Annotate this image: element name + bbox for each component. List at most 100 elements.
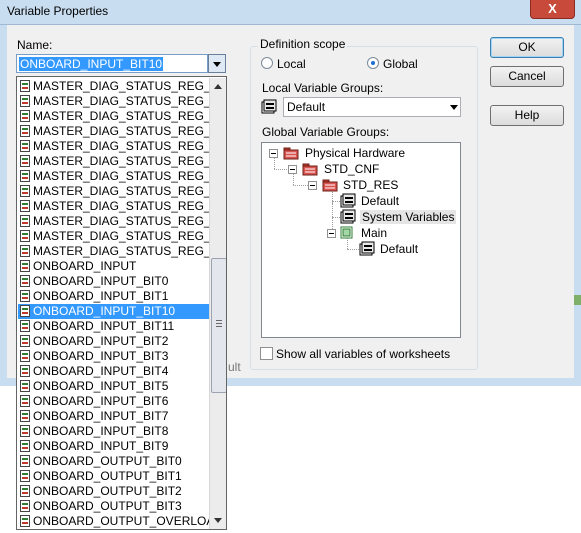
- list-item[interactable]: ONBOARD_INPUT_BIT4: [18, 364, 209, 379]
- variable-icon: [20, 245, 30, 257]
- local-radio[interactable]: [261, 57, 273, 69]
- list-item[interactable]: ONBOARD_OUTPUT_BIT3: [18, 499, 209, 514]
- list-item[interactable]: MASTER_DIAG_STATUS_REG_RE: [18, 154, 226, 169]
- global-radio-label[interactable]: Global: [383, 57, 418, 71]
- arrow-up-icon: [214, 84, 222, 89]
- list-item[interactable]: MASTER_DIAG_STATUS_REG_PF: [18, 109, 226, 124]
- variable-group-icon: [340, 193, 356, 208]
- list-item-label: MASTER_DIAG_STATUS_REG_RD: [33, 139, 227, 153]
- tree-connector: [274, 157, 275, 169]
- variable-icon: [20, 95, 30, 107]
- collapse-icon[interactable]: [327, 229, 336, 238]
- tree-label-physical-hardware: Physical Hardware: [305, 146, 406, 160]
- list-item[interactable]: MASTER_DIAG_STATUS_REG_RU: [18, 169, 226, 184]
- list-item[interactable]: ONBOARD_INPUT_BIT9: [18, 439, 209, 454]
- list-item[interactable]: ONBOARD_INPUT: [18, 259, 209, 274]
- tree-label-default: Default: [361, 194, 400, 208]
- local-radio-label[interactable]: Local: [277, 57, 306, 71]
- variable-icon: [20, 485, 30, 497]
- list-item[interactable]: MASTER_DIAG_STATUS_REG_SY: [18, 199, 226, 214]
- dropdown-scrollbar[interactable]: [209, 78, 226, 529]
- list-item[interactable]: ONBOARD_OUTPUT_BIT1: [18, 469, 209, 484]
- title-bar[interactable]: Variable Properties X: [0, 0, 581, 25]
- list-item[interactable]: ONBOARD_INPUT_BIT1: [18, 289, 209, 304]
- local-groups-value: Default: [287, 100, 326, 114]
- list-item[interactable]: ONBOARD_OUTPUT_BIT0: [18, 454, 209, 469]
- tree-label-system-variables: System Variables: [360, 210, 457, 224]
- list-item[interactable]: ONBOARD_INPUT_BIT2: [18, 334, 209, 349]
- scroll-thumb[interactable]: [211, 258, 226, 393]
- list-item[interactable]: ONBOARD_INPUT_BIT7: [18, 409, 209, 424]
- scroll-down-button[interactable]: [210, 512, 226, 529]
- folder-icon: [283, 147, 299, 160]
- list-item-label: ONBOARD_INPUT_BIT10: [33, 304, 176, 318]
- collapse-icon[interactable]: [308, 181, 317, 190]
- name-dropdown-button[interactable]: [208, 54, 226, 73]
- variable-icon: [20, 185, 30, 197]
- global-groups-tree[interactable]: Physical Hardware STD_CNF STD_RES Defaul…: [261, 142, 461, 338]
- list-item-label: ONBOARD_INPUT_BIT11: [33, 319, 175, 333]
- global-groups-label: Global Variable Groups:: [262, 125, 390, 139]
- variable-icon: [20, 515, 30, 527]
- variable-icon: [20, 230, 30, 242]
- show-all-variables-label[interactable]: Show all variables of worksheets: [276, 347, 450, 361]
- variable-icon: [20, 290, 30, 302]
- variable-icon: [20, 140, 30, 152]
- list-item-label: ONBOARD_INPUT_BIT1: [33, 289, 169, 303]
- list-item[interactable]: ONBOARD_INPUT_BIT0: [18, 274, 209, 289]
- scroll-up-button[interactable]: [210, 78, 226, 95]
- global-radio[interactable]: [367, 57, 379, 69]
- name-dropdown-list[interactable]: MASTER_DIAG_STATUS_REG_HI MASTER_DIAG_STA…: [16, 76, 227, 530]
- close-button[interactable]: X: [530, 0, 575, 19]
- list-item[interactable]: MASTER_DIAG_STATUS_REG_HI: [18, 79, 223, 94]
- variable-group-icon: [340, 209, 356, 224]
- list-item-label: MASTER_DIAG_STATUS_REG_SY: [33, 214, 227, 228]
- tree-connector: [332, 217, 340, 218]
- variable-icon: [20, 80, 30, 92]
- name-label: Name:: [17, 38, 53, 52]
- definition-scope-label: Definition scope: [258, 37, 348, 51]
- list-item-label: ONBOARD_OUTPUT_OVERLOAD_: [33, 514, 227, 528]
- list-item[interactable]: MASTER_DIAG_STATUS_REG_US: [18, 229, 226, 244]
- variable-icon: [20, 110, 30, 122]
- list-item-label: ONBOARD_INPUT_BIT5: [33, 379, 169, 393]
- ok-button[interactable]: OK: [490, 37, 564, 58]
- variable-icon: [20, 350, 30, 362]
- variable-icon: [20, 155, 30, 167]
- list-item[interactable]: ONBOARD_INPUT_BIT8: [18, 424, 209, 439]
- show-all-variables-checkbox[interactable]: [260, 347, 273, 360]
- list-item-label: MASTER_DIAG_STATUS_REG_PF: [33, 109, 226, 123]
- list-item[interactable]: ONBOARD_INPUT_BIT11: [18, 319, 209, 334]
- list-item-label: MASTER_DIAG_STATUS_REG_WA: [33, 244, 227, 258]
- grip-line: [216, 320, 222, 321]
- list-item[interactable]: ONBOARD_INPUT_BIT5: [18, 379, 209, 394]
- list-item-selected[interactable]: ONBOARD_INPUT_BIT10: [18, 304, 209, 319]
- local-groups-select[interactable]: Default: [283, 97, 461, 117]
- list-item[interactable]: MASTER_DIAG_STATUS_REG_RD: [18, 139, 226, 154]
- help-button[interactable]: Help: [490, 105, 564, 126]
- variable-group-icon: [359, 241, 375, 256]
- variable-icon: [20, 500, 30, 512]
- chevron-down-icon: [450, 105, 458, 110]
- list-item-label: MASTER_DIAG_STATUS_REG_HI: [33, 79, 223, 93]
- cancel-button[interactable]: Cancel: [490, 66, 564, 87]
- list-item[interactable]: MASTER_DIAG_STATUS_REG_SS: [18, 184, 226, 199]
- list-item[interactable]: ONBOARD_INPUT_BIT6: [18, 394, 209, 409]
- tree-connector: [293, 173, 294, 185]
- variable-icon: [20, 170, 30, 182]
- background-window-edge: [574, 295, 581, 305]
- tree-connector: [332, 201, 340, 202]
- name-combobox-input[interactable]: ONBOARD_INPUT_BIT10: [16, 54, 208, 73]
- list-item[interactable]: MASTER_DIAG_STATUS_REG_WA: [18, 244, 226, 259]
- collapse-icon[interactable]: [269, 149, 278, 158]
- list-item[interactable]: ONBOARD_OUTPUT_BIT2: [18, 484, 209, 499]
- list-item[interactable]: ONBOARD_OUTPUT_OVERLOAD_: [18, 514, 226, 529]
- collapse-icon[interactable]: [288, 165, 297, 174]
- window-frame-left: [0, 25, 7, 385]
- list-item[interactable]: ONBOARD_INPUT_BIT3: [18, 349, 209, 364]
- list-item[interactable]: MASTER_DIAG_STATUS_REG_LO: [18, 94, 226, 109]
- list-item[interactable]: MASTER_DIAG_STATUS_REG_SY: [18, 214, 226, 229]
- list-item-label: MASTER_DIAG_STATUS_REG_SS: [33, 184, 227, 198]
- list-item[interactable]: MASTER_DIAG_STATUS_REG_QU: [18, 124, 226, 139]
- variable-icon: [20, 125, 30, 137]
